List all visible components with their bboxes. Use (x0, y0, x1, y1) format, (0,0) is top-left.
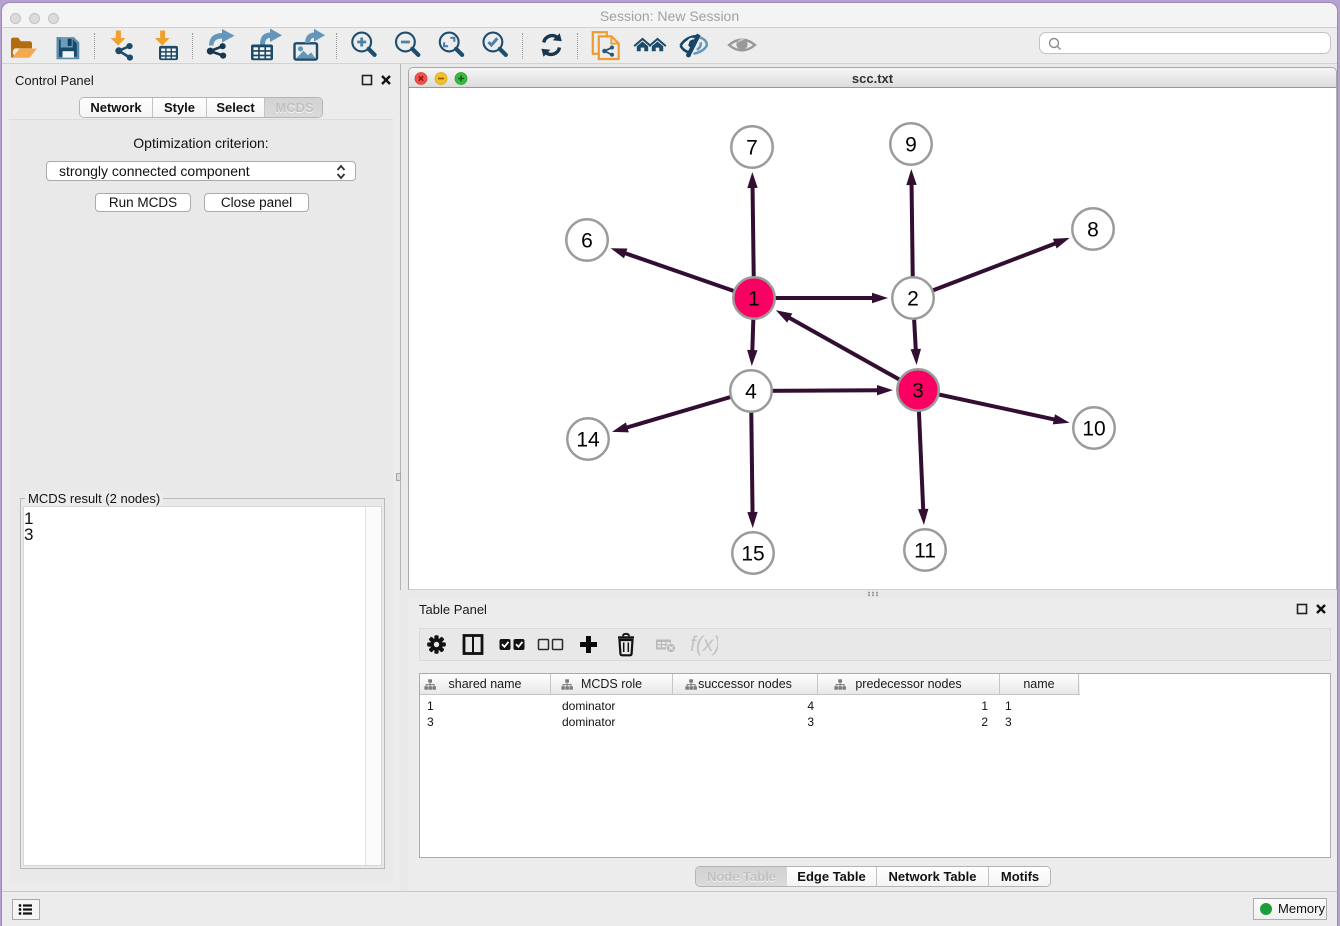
svg-text:11: 11 (914, 540, 936, 563)
svg-text:f(x): f(x) (690, 633, 718, 656)
svg-text:6: 6 (581, 230, 593, 253)
svg-text:3: 3 (912, 380, 924, 403)
svg-text:8: 8 (1087, 219, 1099, 242)
svg-text:15: 15 (741, 543, 764, 566)
svg-text:14: 14 (576, 429, 600, 452)
svg-text:1: 1 (748, 288, 760, 311)
svg-text:4: 4 (745, 381, 757, 404)
svg-text:7: 7 (746, 137, 758, 160)
svg-text:9: 9 (905, 134, 917, 157)
svg-text:10: 10 (1082, 418, 1105, 441)
svg-text:2: 2 (907, 288, 919, 311)
